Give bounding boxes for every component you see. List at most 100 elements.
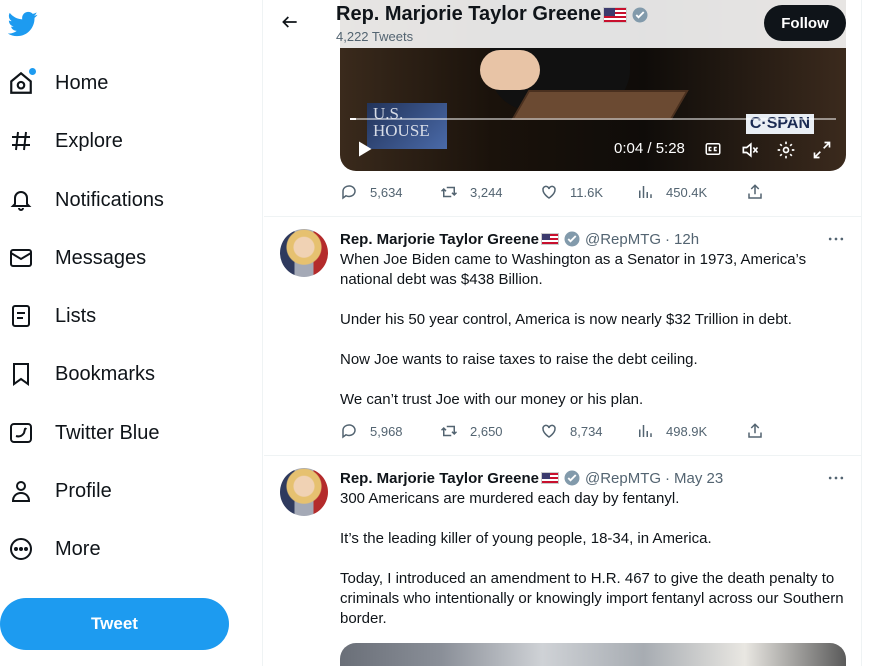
- tweet-count: 4,222 Tweets: [336, 29, 414, 44]
- reply-count: 5,634: [370, 184, 403, 200]
- video-time: 0:04 / 5:28: [614, 140, 685, 157]
- nav-messages[interactable]: Messages: [8, 238, 146, 278]
- envelope-icon: [8, 245, 34, 271]
- twitter-blue-icon: [8, 420, 34, 446]
- tweet-text: When Joe Biden came to Washington as a S…: [340, 250, 846, 430]
- tweet-paragraph: It’s the leading killer of young people,…: [340, 530, 712, 547]
- divider: [264, 455, 861, 456]
- video-frame-arm: [480, 50, 540, 90]
- video-progress-bar[interactable]: [350, 118, 836, 120]
- reply-icon: [342, 424, 356, 439]
- tweet-time[interactable]: 12h: [674, 231, 699, 248]
- us-flag-icon: [603, 6, 628, 23]
- tweet-paragraph: We can’t trust Joe with our money or his…: [340, 391, 644, 408]
- tweet-text: 300 Americans are murdered each day by f…: [340, 489, 846, 649]
- views-chart-icon: [639, 425, 652, 437]
- divider: [264, 216, 861, 217]
- tweet-paragraph: 300 Americans are murdered each day by f…: [340, 490, 680, 507]
- tweet-media-image[interactable]: [340, 643, 846, 666]
- separator-dot: ·: [665, 230, 671, 248]
- like-button[interactable]: 11.6K: [540, 183, 603, 201]
- captions-icon[interactable]: [704, 140, 724, 160]
- cspan-watermark: C·SPAN: [745, 114, 814, 134]
- views-button[interactable]: 498.9K: [636, 422, 707, 440]
- back-arrow-icon[interactable]: [280, 12, 302, 34]
- nav-explore[interactable]: Explore: [8, 121, 123, 161]
- nav-bookmarks[interactable]: Bookmarks: [8, 354, 155, 394]
- home-icon: [8, 68, 36, 96]
- retweet-button[interactable]: 3,244: [440, 183, 503, 201]
- bookmark-icon: [8, 361, 34, 387]
- nav-twitter-blue[interactable]: Twitter Blue: [8, 413, 159, 453]
- author-name[interactable]: Rep. Marjorie Taylor Greene: [340, 470, 539, 487]
- author-handle[interactable]: @RepMTG: [585, 470, 661, 487]
- retweet-count: 2,650: [470, 423, 503, 439]
- more-circle-icon: [8, 536, 34, 562]
- tweet-header: Rep. Marjorie Taylor Greene @RepMTG · Ma…: [340, 469, 723, 487]
- list-icon: [8, 303, 34, 329]
- play-icon[interactable]: [354, 139, 374, 164]
- reply-icon: [342, 185, 356, 200]
- nav-label: More: [55, 537, 101, 560]
- tweet-button[interactable]: Tweet: [0, 598, 229, 650]
- settings-gear-icon[interactable]: [776, 140, 796, 160]
- tweet[interactable]: Rep. Marjorie Taylor Greene @RepMTG · Ma…: [264, 468, 861, 666]
- views-button[interactable]: 450.4K: [636, 183, 707, 201]
- like-count: 8,734: [570, 423, 603, 439]
- us-flag-icon: [540, 472, 559, 484]
- hashtag-icon: [8, 128, 34, 154]
- reply-button[interactable]: 5,634: [340, 183, 403, 201]
- share-icon: [748, 184, 762, 199]
- nav-notifications[interactable]: Notifications: [8, 180, 164, 220]
- reply-button[interactable]: 5,968: [340, 422, 403, 440]
- views-count: 450.4K: [666, 184, 708, 200]
- notification-dot: [29, 68, 36, 75]
- tweet-actions: 5,634 3,244 11.6K 450.4K: [340, 183, 846, 205]
- profile-name: Rep. Marjorie Taylor Greene: [336, 3, 649, 26]
- share-button[interactable]: [746, 183, 776, 201]
- share-button[interactable]: [746, 422, 776, 440]
- video-progress-fill: [350, 118, 357, 120]
- fullscreen-icon[interactable]: [812, 140, 832, 160]
- nav-label: Lists: [55, 304, 97, 327]
- avatar[interactable]: [280, 468, 328, 516]
- author-handle[interactable]: @RepMTG: [585, 231, 661, 248]
- nav-label: Twitter Blue: [55, 421, 160, 444]
- views-chart-icon: [639, 186, 652, 198]
- avatar[interactable]: [280, 229, 328, 277]
- bell-icon: [8, 187, 34, 213]
- share-icon: [748, 423, 762, 438]
- verified-badge-icon: [563, 469, 581, 487]
- verified-badge-icon: [631, 6, 649, 24]
- person-icon: [8, 478, 34, 504]
- author-name[interactable]: Rep. Marjorie Taylor Greene: [340, 231, 539, 248]
- retweet-count: 3,244: [470, 184, 503, 200]
- nav-label: Profile: [55, 479, 112, 502]
- nav-label: Notifications: [55, 188, 164, 211]
- retweet-icon: [440, 186, 458, 198]
- retweet-button[interactable]: 2,650: [440, 422, 503, 440]
- more-options-icon[interactable]: [826, 468, 846, 488]
- tweet-time[interactable]: May 23: [674, 470, 723, 487]
- video-frame-podium: [511, 90, 689, 120]
- like-button[interactable]: 8,734: [540, 422, 603, 440]
- nav-lists[interactable]: Lists: [8, 296, 96, 336]
- heart-icon: [542, 424, 556, 438]
- views-count: 498.9K: [666, 423, 708, 439]
- nav-profile[interactable]: Profile: [8, 471, 112, 511]
- retweet-icon: [440, 425, 458, 437]
- tweet-actions: 5,968 2,650 8,734 498.9K: [340, 422, 846, 444]
- nav-home[interactable]: Home: [8, 63, 108, 103]
- tweet-paragraph: Now Joe wants to raise taxes to raise th…: [340, 351, 698, 368]
- nav-more[interactable]: More: [8, 529, 101, 569]
- follow-button[interactable]: Follow: [764, 5, 846, 41]
- more-options-icon[interactable]: [826, 229, 846, 249]
- profile-name-text: Rep. Marjorie Taylor Greene: [336, 3, 602, 25]
- tweet-header: Rep. Marjorie Taylor Greene @RepMTG · 12…: [340, 230, 699, 248]
- tweet-paragraph: When Joe Biden came to Washington as a S…: [340, 251, 807, 288]
- mute-icon[interactable]: [740, 140, 760, 160]
- heart-icon: [542, 185, 556, 199]
- profile-header: Rep. Marjorie Taylor Greene 4,222 Tweets…: [264, 0, 861, 48]
- nav-label: Bookmarks: [55, 362, 156, 385]
- twitter-logo-icon[interactable]: [7, 9, 38, 39]
